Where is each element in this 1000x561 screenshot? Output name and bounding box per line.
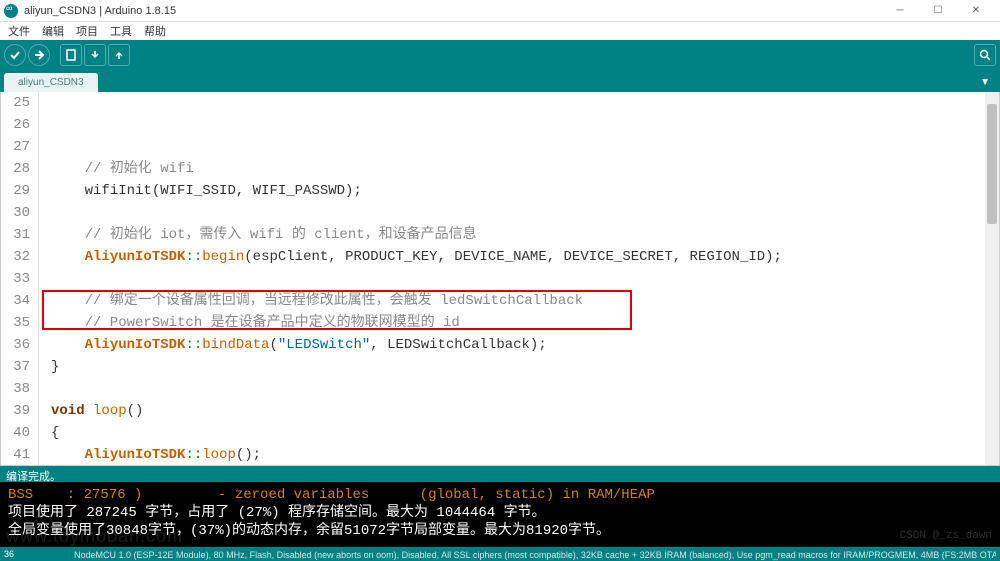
code-line[interactable]: } xyxy=(51,356,999,378)
menu-file[interactable]: 文件 xyxy=(6,23,32,39)
code-line[interactable]: // 初始化 wifi xyxy=(51,158,999,180)
window-title: aliyun_CSDN3 | Arduino 1.8.15 xyxy=(24,5,888,17)
vertical-scrollbar[interactable] xyxy=(985,92,999,465)
code-editor[interactable]: 2526272829303132333435363738394041 // 初始… xyxy=(0,92,1000,466)
console-text: BSS : 27576 ) xyxy=(8,487,142,503)
code-line[interactable] xyxy=(51,268,999,290)
code-line[interactable]: void loop() xyxy=(51,400,999,422)
menu-project[interactable]: 项目 xyxy=(74,23,100,39)
tab-dropdown-icon[interactable]: ▼ xyxy=(974,73,996,92)
code-line[interactable]: // 初始化 iot，需传入 wifi 的 client，和设备产品信息 xyxy=(51,224,999,246)
title-bar: aliyun_CSDN3 | Arduino 1.8.15 ─ ☐ ✕ xyxy=(0,0,1000,22)
code-line[interactable]: wifiInit(WIFI_SSID, WIFI_PASSWD); xyxy=(51,180,999,202)
app-icon xyxy=(4,4,18,18)
output-console[interactable]: BSS : 27576 ) - zeroed variables (global… xyxy=(0,482,1000,547)
code-line[interactable]: // 绑定一个设备属性回调，当远程修改此属性，会触发 ledSwitchCall… xyxy=(51,290,999,312)
open-button[interactable] xyxy=(84,44,106,66)
code-area[interactable]: // 初始化 wifi wifiInit(WIFI_SSID, WIFI_PAS… xyxy=(39,92,999,466)
tab-sketch[interactable]: aliyun_CSDN3 xyxy=(4,73,98,92)
line-gutter: 2526272829303132333435363738394041 xyxy=(1,92,39,466)
code-line[interactable] xyxy=(51,136,999,158)
status-bar: 编译完成。 xyxy=(0,466,1000,482)
serial-monitor-button[interactable] xyxy=(974,44,996,66)
code-line[interactable]: AliyunIoTSDK::loop(); xyxy=(51,444,999,466)
upload-button[interactable] xyxy=(28,44,50,66)
save-button[interactable] xyxy=(108,44,130,66)
code-line[interactable]: AliyunIoTSDK::begin(espClient, PRODUCT_K… xyxy=(51,246,999,268)
new-button[interactable] xyxy=(60,44,82,66)
console-text: - zeroed variables (global, static) in R… xyxy=(142,487,654,503)
console-text: 项目使用了 287245 字节，占用了 (27%) 程序存储空间。最大为 104… xyxy=(8,504,992,522)
code-line[interactable] xyxy=(51,202,999,224)
menu-help[interactable]: 帮助 xyxy=(142,23,168,39)
minimize-button[interactable]: ─ xyxy=(888,2,912,20)
watermark: CSDN @_zs_dawn xyxy=(900,527,992,545)
scrollbar-thumb[interactable] xyxy=(987,104,997,224)
menu-tools[interactable]: 工具 xyxy=(108,23,134,39)
menu-edit[interactable]: 编辑 xyxy=(40,23,66,39)
close-button[interactable]: ✕ xyxy=(964,2,988,20)
code-line[interactable]: // PowerSwitch 是在设备产品中定义的物联网模型的 id xyxy=(51,312,999,334)
menu-bar: 文件 编辑 项目 工具 帮助 xyxy=(0,22,1000,40)
code-line[interactable]: { xyxy=(51,422,999,444)
maximize-button[interactable]: ☐ xyxy=(926,2,950,20)
window-controls: ─ ☐ ✕ xyxy=(888,2,996,20)
toolbar xyxy=(0,40,1000,70)
code-line[interactable] xyxy=(51,378,999,400)
verify-button[interactable] xyxy=(4,44,26,66)
watermark: www.toymoban.com xyxy=(6,527,183,545)
line-number-indicator: 36 xyxy=(4,549,14,559)
code-line[interactable]: AliyunIoTSDK::bindData("LEDSwitch", LEDS… xyxy=(51,334,999,356)
tab-bar: aliyun_CSDN3 ▼ xyxy=(0,70,1000,92)
